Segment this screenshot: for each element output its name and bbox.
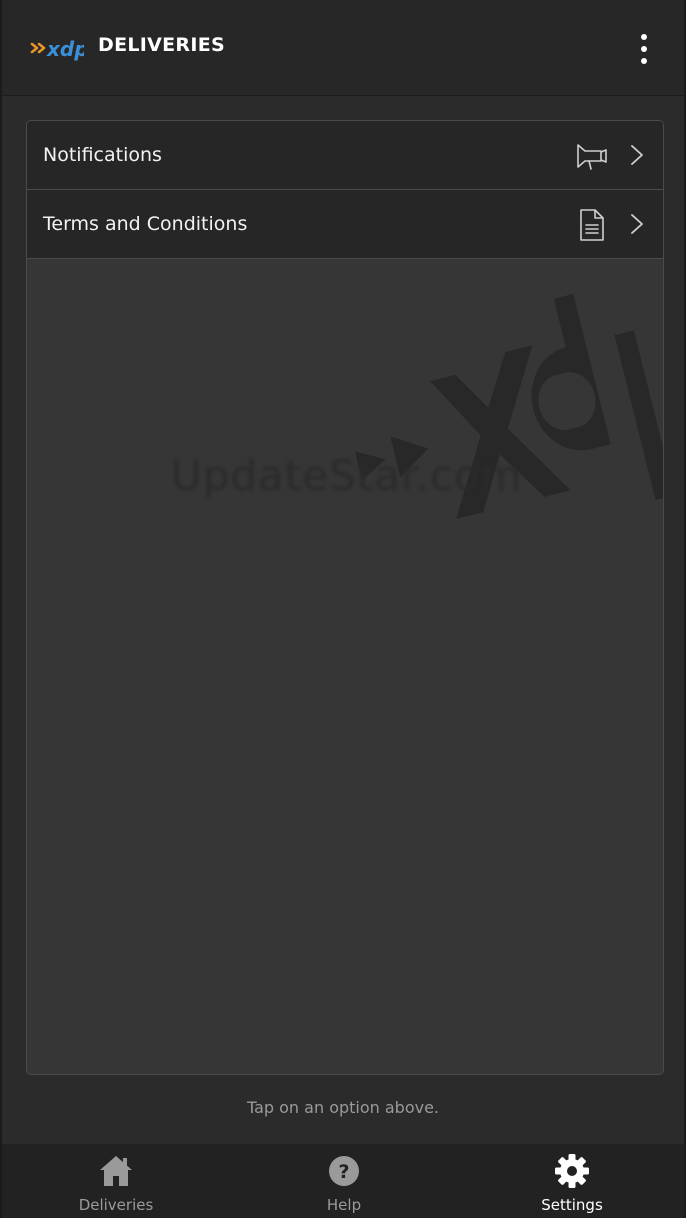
- tab-label: Help: [326, 1196, 362, 1214]
- xdp-logo: xdp: [30, 37, 84, 61]
- help-icon: ?: [329, 1156, 359, 1186]
- chevron-right-icon: [631, 214, 643, 234]
- tab-deliveries[interactable]: Deliveries: [2, 1144, 230, 1218]
- svg-text:?: ?: [338, 1161, 349, 1183]
- settings-panel: Notifications Terms and Conditions Updat…: [26, 120, 664, 1075]
- app-header: xdp DELIVERIES: [2, 0, 684, 96]
- app-screen: xdp DELIVERIES Notifications Terms and C…: [0, 0, 686, 1218]
- document-icon: [580, 209, 604, 241]
- tab-label: Settings: [541, 1196, 603, 1214]
- more-options-button[interactable]: [634, 34, 654, 64]
- hint-text: Tap on an option above.: [246, 1098, 440, 1117]
- option-terms-and-conditions[interactable]: Terms and Conditions: [27, 190, 663, 259]
- chevron-right-icon: [631, 145, 643, 165]
- more-vertical-icon: [641, 34, 647, 40]
- page-title: DELIVERIES: [98, 34, 225, 56]
- svg-text:xdp: xdp: [46, 37, 84, 61]
- option-label: Notifications: [43, 144, 162, 166]
- tab-label: Deliveries: [78, 1196, 154, 1214]
- watermark-text: UpdateStar.com: [171, 451, 523, 500]
- home-icon: [100, 1156, 132, 1186]
- gear-icon: [555, 1154, 589, 1188]
- tab-settings[interactable]: Settings: [458, 1144, 686, 1218]
- megaphone-icon: [577, 144, 607, 170]
- bottom-tab-bar: Deliveries ? Help Settings: [2, 1144, 684, 1218]
- option-notifications[interactable]: Notifications: [27, 121, 663, 190]
- option-label: Terms and Conditions: [43, 213, 248, 235]
- tab-help[interactable]: ? Help: [230, 1144, 458, 1218]
